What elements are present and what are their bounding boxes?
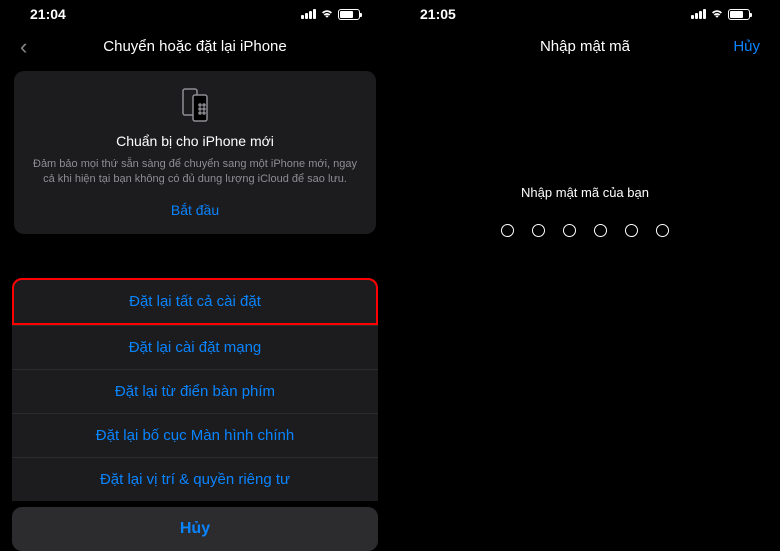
passcode-dot xyxy=(501,224,514,237)
status-time: 21:04 xyxy=(30,6,66,22)
reset-home-layout-option[interactable]: Đặt lại bố cục Màn hình chính xyxy=(12,413,378,457)
phone-right: 21:05 Nhập mật mã Hủy Nhập mật mã của bạ… xyxy=(390,0,780,520)
card-description: Đảm bảo mọi thứ sẵn sàng để chuyển sang … xyxy=(28,157,362,188)
passcode-dot xyxy=(532,224,545,237)
wifi-icon xyxy=(710,9,724,19)
passcode-dot xyxy=(625,224,638,237)
status-bar: 21:05 xyxy=(402,0,768,28)
passcode-prompt: Nhập mật mã của bạn xyxy=(402,185,768,200)
card-title: Chuẩn bị cho iPhone mới xyxy=(28,133,362,149)
reset-location-privacy-option[interactable]: Đặt lại vị trí & quyền riêng tư xyxy=(12,457,378,501)
passcode-dots[interactable] xyxy=(402,224,768,237)
status-bar: 21:04 xyxy=(12,0,378,28)
status-icons xyxy=(301,9,360,20)
battery-icon xyxy=(338,9,360,20)
passcode-dot xyxy=(594,224,607,237)
reset-all-option[interactable]: Đặt lại tất cả cài đặt xyxy=(12,278,378,325)
reset-network-option[interactable]: Đặt lại cài đặt mạng xyxy=(12,325,378,369)
phones-icon xyxy=(175,87,215,123)
nav-bar: ‹ Chuyển hoặc đặt lại iPhone xyxy=(12,28,378,65)
battery-icon xyxy=(728,9,750,20)
phone-left: 21:04 ‹ Chuyển hoặc đặt lại iPhone Chuẩn… xyxy=(0,0,390,520)
nav-bar: Nhập mật mã Hủy xyxy=(402,28,768,65)
passcode-dot xyxy=(656,224,669,237)
page-title: Chuyển hoặc đặt lại iPhone xyxy=(20,38,370,55)
passcode-area: Nhập mật mã của bạn xyxy=(402,185,768,237)
cellular-icon xyxy=(301,9,316,19)
passcode-dot xyxy=(563,224,576,237)
cancel-button[interactable]: Hủy xyxy=(12,507,378,551)
reset-keyboard-option[interactable]: Đặt lại từ điển bàn phím xyxy=(12,369,378,413)
start-button[interactable]: Bắt đầu xyxy=(28,202,362,218)
status-icons xyxy=(691,9,750,20)
cancel-button[interactable]: Hủy xyxy=(733,38,760,55)
action-sheet: Đặt lại tất cả cài đặt Đặt lại cài đặt m… xyxy=(12,278,378,551)
prepare-card: Chuẩn bị cho iPhone mới Đảm bảo mọi thứ … xyxy=(14,71,376,234)
page-title: Nhập mật mã xyxy=(410,38,760,55)
cellular-icon xyxy=(691,9,706,19)
back-chevron-icon[interactable]: ‹ xyxy=(20,34,27,60)
status-time: 21:05 xyxy=(420,6,456,22)
wifi-icon xyxy=(320,9,334,19)
